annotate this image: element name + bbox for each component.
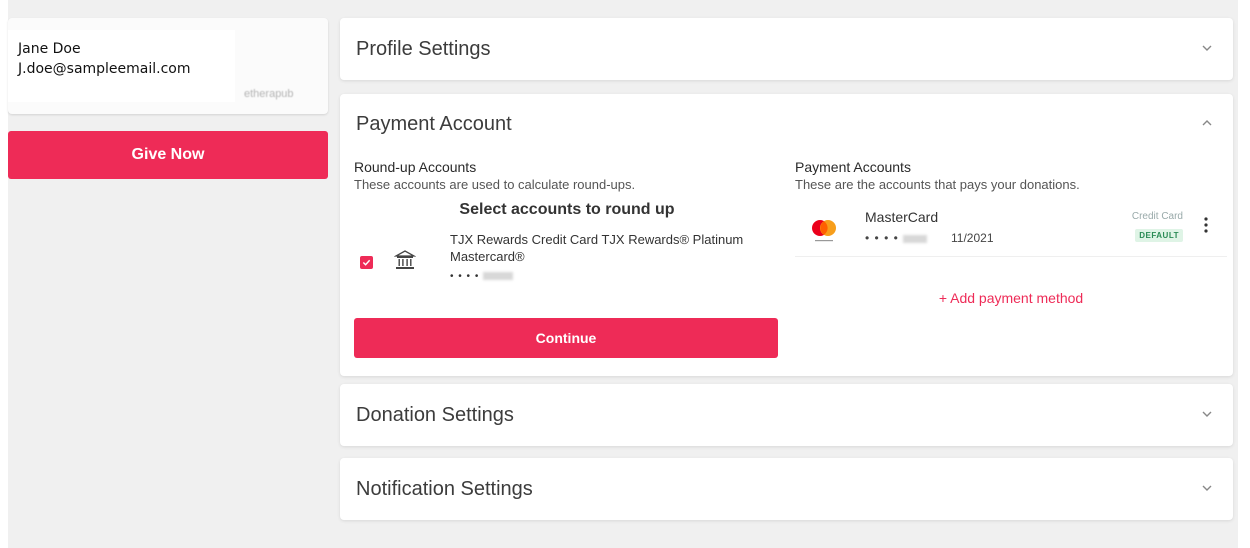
payment-account-header[interactable]: Payment Account — [340, 94, 1233, 154]
donation-settings-title: Donation Settings — [356, 403, 514, 426]
payment-method-expiry: 11/2021 — [951, 231, 994, 245]
payment-account-title: Payment Account — [356, 112, 512, 135]
profile-settings-header[interactable]: Profile Settings — [340, 18, 1233, 80]
notification-settings-panel: Notification Settings — [340, 458, 1233, 520]
payment-method-name: MasterCard — [865, 209, 939, 225]
default-badge: DEFAULT — [1135, 229, 1183, 242]
continue-button[interactable]: Continue — [354, 318, 778, 358]
list-item: TJX Rewards Credit Card TJX Rewards® Pla… — [354, 231, 780, 291]
payment-method-type: Credit Card — [1131, 211, 1183, 222]
payment-method-mask: • • • • — [865, 231, 927, 245]
select-accounts-title: Select accounts to round up — [459, 201, 675, 218]
profile-settings-panel: Profile Settings — [340, 18, 1233, 80]
account-mask-dots: • • • • — [450, 271, 480, 282]
profile-blurred-text: etherapub — [244, 88, 294, 100]
profile-identity: Jane Doe J.doe@sampleemail.com — [8, 30, 235, 102]
blurred-digits — [902, 234, 927, 243]
payment-subtitle: These are the accounts that pays your do… — [795, 177, 1080, 192]
profile-name: Jane Doe — [18, 41, 81, 57]
roundup-subtitle: These accounts are used to calculate rou… — [354, 177, 636, 192]
mastercard-icon — [807, 213, 841, 247]
profile-email: J.doe@sampleemail.com — [18, 61, 191, 77]
profile-settings-title: Profile Settings — [356, 37, 491, 60]
roundup-accounts-section: Round-up Accounts These accounts are use… — [354, 158, 780, 358]
payment-accounts-section: Payment Accounts These are the accounts … — [795, 158, 1227, 306]
chevron-up-icon[interactable] — [1197, 116, 1217, 132]
roundup-title: Round-up Accounts — [354, 159, 477, 175]
give-now-button[interactable]: Give Now — [8, 131, 328, 179]
notification-settings-title: Notification Settings — [356, 477, 533, 500]
kebab-menu-icon[interactable] — [1203, 215, 1209, 235]
account-checkbox[interactable] — [360, 256, 373, 269]
chevron-down-icon[interactable] — [1197, 41, 1217, 57]
left-edge — [0, 0, 8, 548]
notification-settings-header[interactable]: Notification Settings — [340, 458, 1233, 520]
chevron-down-icon[interactable] — [1197, 407, 1217, 423]
account-mask: • • • • — [450, 271, 514, 282]
payment-method-row[interactable]: MasterCard • • • • 11/2021 Credit Card D… — [795, 203, 1227, 257]
right-edge — [1238, 0, 1250, 548]
account-name: TJX Rewards Credit Card TJX Rewards® Pla… — [450, 232, 744, 264]
donation-settings-panel: Donation Settings — [340, 384, 1233, 446]
payment-mask-dots: • • • • — [865, 231, 899, 245]
payment-account-panel: Payment Account Round-up Accounts These … — [340, 94, 1233, 376]
chevron-down-icon[interactable] — [1197, 481, 1217, 497]
add-payment-method-link[interactable]: + Add payment method — [795, 290, 1227, 306]
donation-settings-header[interactable]: Donation Settings — [340, 384, 1233, 446]
payment-title: Payment Accounts — [795, 159, 911, 175]
blurred-digits — [483, 272, 514, 281]
bank-icon — [393, 249, 417, 271]
